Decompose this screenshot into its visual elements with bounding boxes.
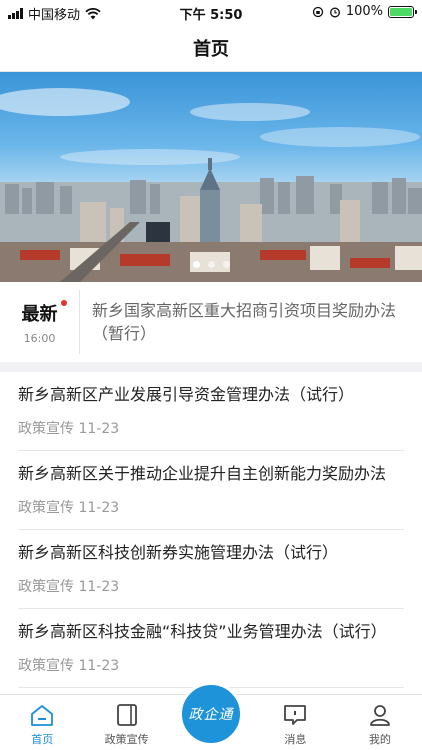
latest-time: 16:00 — [23, 331, 56, 345]
list-item[interactable]: 新乡高新区科技金融“科技贷”业务管理办法（试行） 政策宣传 11-23 — [18, 609, 404, 688]
news-meta: 政策宣传 11-23 — [18, 421, 120, 437]
carousel-dots[interactable] — [0, 261, 422, 268]
carousel-dot[interactable] — [222, 261, 230, 268]
latest-headline[interactable]: 新乡国家高新区重大招商引资项目奖励办法（暂行） — [80, 299, 422, 345]
tab-mine[interactable]: 我的 — [338, 695, 422, 750]
tab-label: 我的 — [368, 733, 391, 746]
center-action-button[interactable]: 政企通 — [179, 682, 244, 746]
news-title[interactable]: 新乡高新区关于推动企业提升自主创新能力奖励办法 — [18, 463, 404, 485]
list-item[interactable]: 新乡高新区产业发展引导资金管理办法（试行） 政策宣传 11-23 — [18, 372, 404, 451]
news-title[interactable]: 新乡高新区科技创新券实施管理办法（试行） — [18, 542, 404, 564]
center-button-label: 政企通 — [188, 707, 234, 723]
status-bar: 中国移动 下午 5:50 100% — [0, 0, 422, 24]
user-icon — [369, 705, 390, 726]
list-item[interactable]: 新乡高新区关于推动企业提升自主创新能力奖励办法 政策宣传 11-23 — [18, 451, 404, 530]
tab-label: 消息 — [284, 733, 307, 746]
tab-policy[interactable]: 政策宣传 — [84, 695, 168, 750]
list-item[interactable]: 新乡高新区科技创新券实施管理办法（试行） 政策宣传 11-23 — [18, 530, 404, 609]
home-icon — [31, 705, 54, 726]
latest-news[interactable]: 最新 16:00 新乡国家高新区重大招商引资项目奖励办法（暂行） — [0, 282, 422, 362]
banner-carousel[interactable] — [0, 72, 422, 282]
news-title[interactable]: 新乡高新区产业发展引导资金管理办法（试行） — [18, 384, 404, 406]
section-divider — [0, 362, 422, 372]
news-list: 新乡高新区产业发展引导资金管理办法（试行） 政策宣传 11-23 新乡高新区关于… — [0, 372, 422, 688]
tab-home[interactable]: 首页 — [0, 695, 84, 750]
new-indicator-dot — [61, 300, 67, 306]
battery-percent: 100% — [345, 4, 383, 19]
nav-bar: 首页 — [0, 24, 422, 72]
battery-icon — [388, 5, 417, 18]
news-meta: 政策宣传 11-23 — [18, 579, 120, 595]
rotation-lock-icon — [312, 6, 323, 17]
tab-bar: 首页 政策宣传 政企通 消息 我的 — [0, 682, 422, 750]
status-right: 100% — [312, 4, 417, 19]
page-title: 首页 — [193, 38, 229, 60]
news-title[interactable]: 新乡高新区科技金融“科技贷”业务管理办法（试行） — [18, 621, 404, 643]
tab-label: 首页 — [31, 733, 54, 746]
alarm-icon — [329, 7, 340, 17]
carousel-dot[interactable] — [207, 261, 215, 268]
news-meta: 政策宣传 11-23 — [18, 658, 120, 674]
tab-messages[interactable]: 消息 — [253, 695, 337, 750]
tab-center[interactable]: 政企通 — [169, 682, 253, 750]
carousel-dot[interactable] — [192, 261, 200, 268]
message-icon — [284, 705, 307, 725]
city-skyline-image — [0, 88, 422, 282]
latest-label: 最新 — [21, 303, 58, 325]
news-meta: 政策宣传 11-23 — [18, 500, 120, 516]
document-icon — [116, 704, 137, 726]
tab-label: 政策宣传 — [104, 733, 149, 746]
latest-badge: 最新 16:00 — [0, 290, 80, 354]
